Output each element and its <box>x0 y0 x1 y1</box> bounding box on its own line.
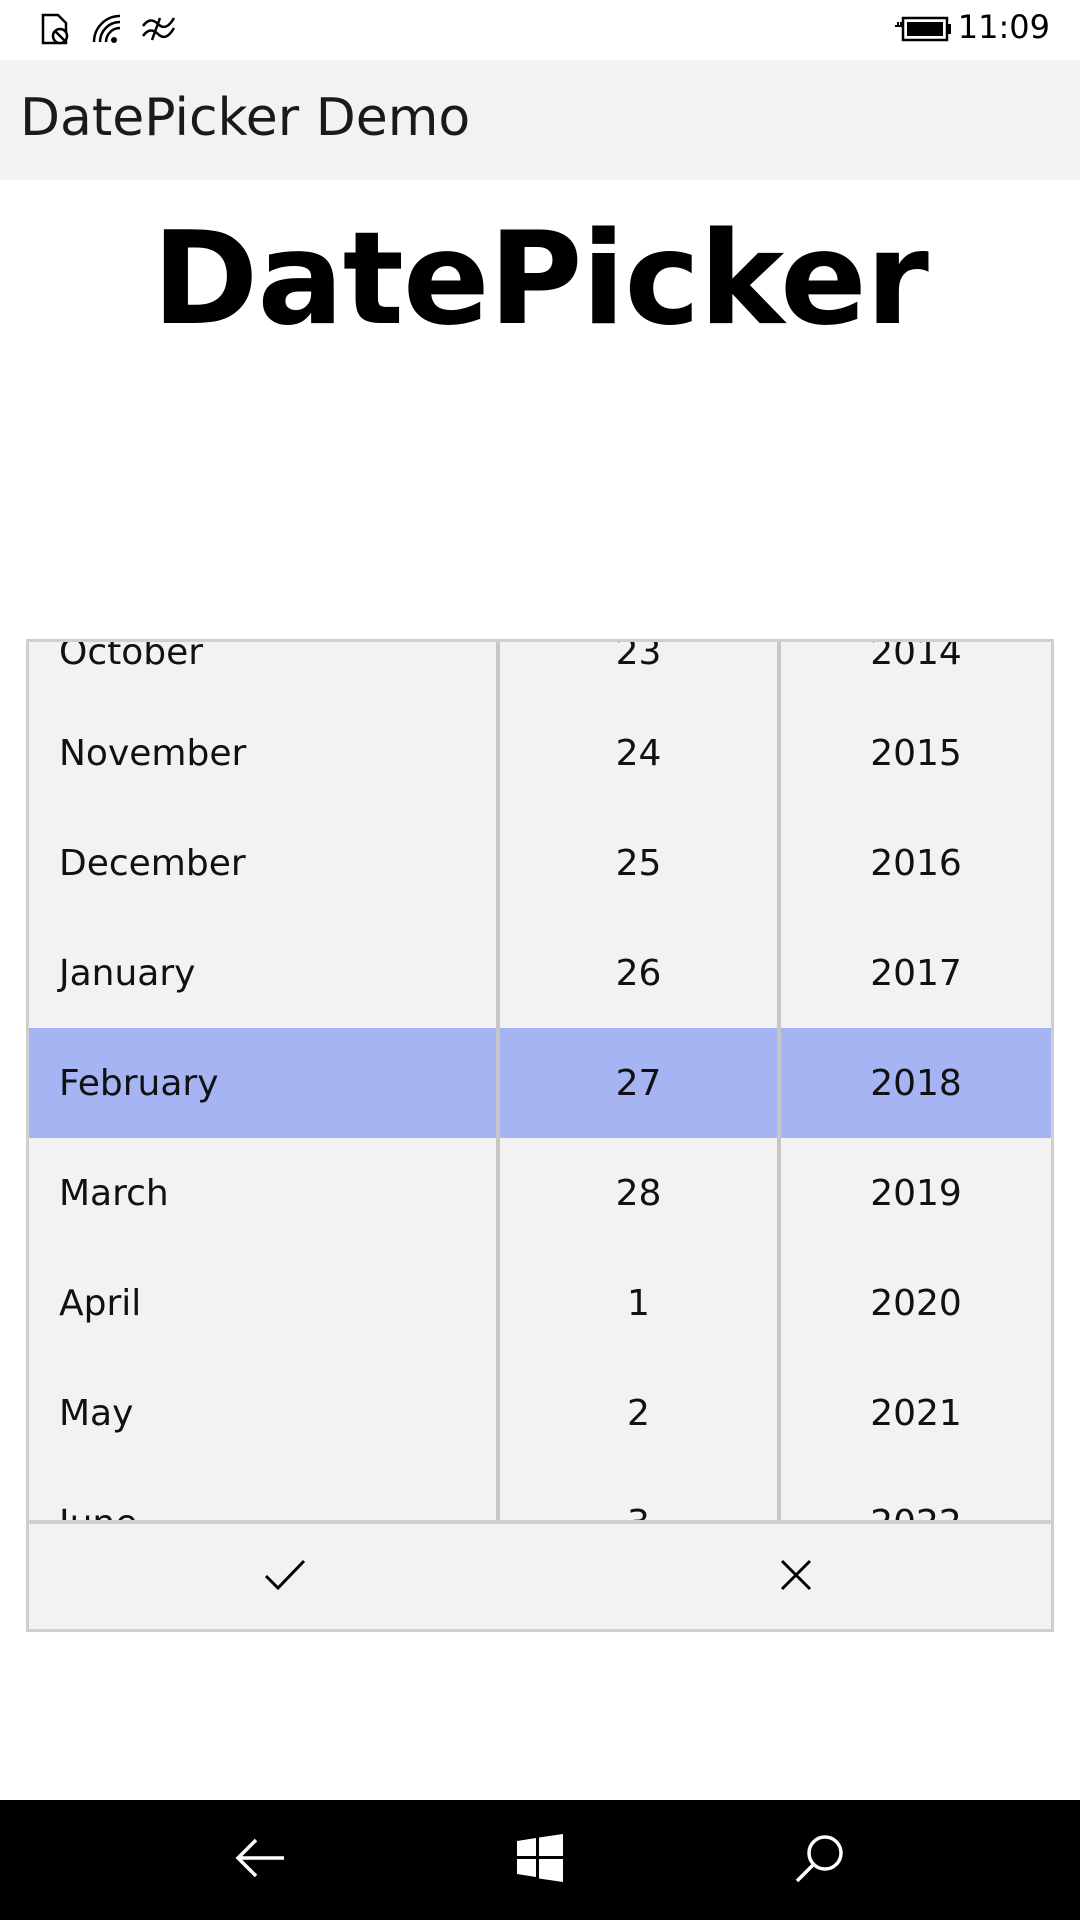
page-title: DatePicker <box>152 205 929 354</box>
back-arrow-icon <box>232 1834 288 1886</box>
windows-start-icon <box>516 1834 564 1886</box>
day-selector[interactable]: 23 24 25 26 27 28 1 2 3 <box>500 642 777 1520</box>
wifi-signal-icon <box>90 12 126 50</box>
date-picker-flyout: October November December January Februa… <box>26 639 1054 1632</box>
checkmark-icon <box>263 1557 307 1597</box>
day-item[interactable]: 1 <box>500 1248 777 1358</box>
day-item[interactable]: 25 <box>500 808 777 918</box>
navigation-bar <box>0 1800 1080 1920</box>
dismiss-button[interactable] <box>540 1524 1051 1629</box>
date-picker-looping-selectors: October November December January Februa… <box>29 642 1051 1520</box>
status-bar: 11:09 <box>0 0 1080 60</box>
month-item-selected[interactable]: February <box>29 1028 496 1138</box>
year-item[interactable]: 2015 <box>781 698 1051 808</box>
day-item[interactable]: 26 <box>500 918 777 1028</box>
no-sim-icon <box>38 12 72 50</box>
month-item[interactable]: March <box>29 1138 496 1248</box>
month-item[interactable]: April <box>29 1248 496 1358</box>
accept-button[interactable] <box>29 1524 540 1629</box>
month-item[interactable]: June <box>29 1468 496 1521</box>
month-item[interactable]: May <box>29 1358 496 1468</box>
year-item-selected[interactable]: 2018 <box>781 1028 1051 1138</box>
year-item[interactable]: 2021 <box>781 1358 1051 1468</box>
search-icon <box>794 1832 846 1888</box>
day-item[interactable]: 2 <box>500 1358 777 1468</box>
month-item[interactable]: December <box>29 808 496 918</box>
picker-footer <box>29 1520 1051 1629</box>
data-saver-icon <box>140 12 178 50</box>
year-item[interactable]: 2016 <box>781 808 1051 918</box>
month-item[interactable]: January <box>29 918 496 1028</box>
day-item[interactable]: 28 <box>500 1138 777 1248</box>
year-item[interactable]: 2022 <box>781 1468 1051 1521</box>
back-button[interactable] <box>200 1800 320 1920</box>
year-item[interactable]: 2017 <box>781 918 1051 1028</box>
month-item[interactable]: November <box>29 698 496 808</box>
year-item[interactable]: 2020 <box>781 1248 1051 1358</box>
day-item[interactable]: 3 <box>500 1468 777 1521</box>
year-item[interactable]: 2019 <box>781 1138 1051 1248</box>
close-icon <box>779 1558 813 1596</box>
clock: 11:09 <box>957 8 1050 46</box>
battery-charging-icon <box>895 14 953 48</box>
month-selector[interactable]: October November December January Februa… <box>29 642 496 1520</box>
year-selector[interactable]: 2014 2015 2016 2017 2018 2019 2020 2021 … <box>781 642 1051 1520</box>
app-title-bar: DatePicker Demo <box>0 60 1080 180</box>
day-item[interactable]: 24 <box>500 698 777 808</box>
search-button[interactable] <box>760 1800 880 1920</box>
day-item-selected[interactable]: 27 <box>500 1028 777 1138</box>
app-title: DatePicker Demo <box>20 88 471 148</box>
start-button[interactable] <box>480 1800 600 1920</box>
